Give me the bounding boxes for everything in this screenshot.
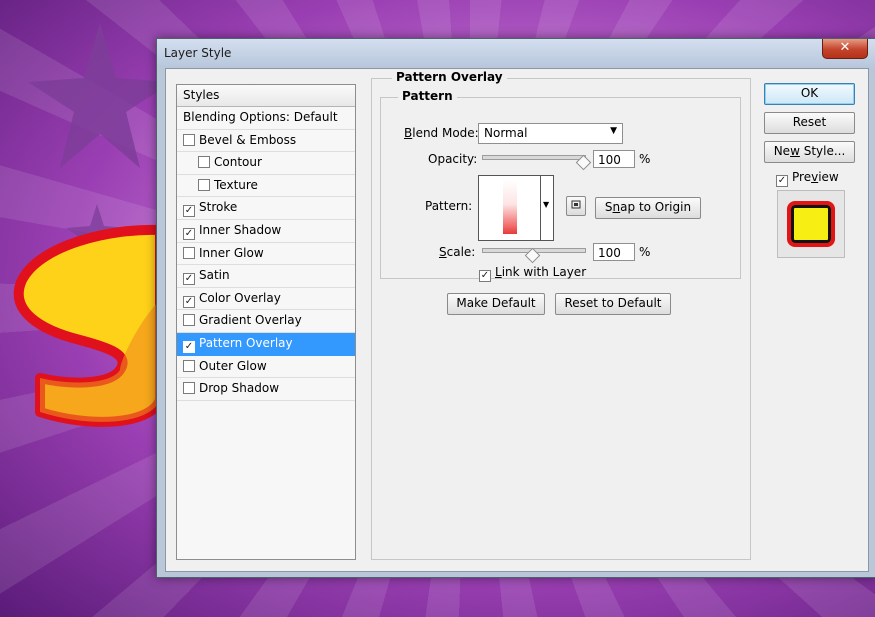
- style-item-inner-shadow[interactable]: ✓ Inner Shadow: [177, 220, 355, 243]
- layer-style-dialog: Layer Style ✕ Styles Blending Options: D…: [156, 38, 875, 578]
- style-item-label: Texture: [214, 177, 258, 192]
- style-item-drop-shadow[interactable]: Drop Shadow: [177, 378, 355, 401]
- style-item-label: Bevel & Emboss: [199, 132, 297, 147]
- pattern-dropdown-icon[interactable]: ▼: [543, 200, 549, 209]
- styles-list: Styles Blending Options: Default Bevel & …: [176, 84, 356, 560]
- style-item-contour[interactable]: Contour: [177, 152, 355, 175]
- checkbox-icon[interactable]: [198, 156, 210, 169]
- scale-input[interactable]: 100: [593, 243, 635, 261]
- dialog-title: Layer Style: [164, 46, 232, 60]
- opacity-label: Opacity:: [428, 152, 478, 166]
- scale-percent-sign: %: [639, 245, 651, 259]
- opacity-percent-sign: %: [639, 152, 651, 166]
- blend-mode-select[interactable]: Normal ▼: [478, 123, 623, 144]
- dialog-client-area: Styles Blending Options: Default Bevel & …: [165, 68, 869, 572]
- blend-mode-value: Normal: [484, 126, 528, 140]
- reset-to-default-button[interactable]: Reset to Default: [555, 293, 671, 315]
- style-item-outer-glow[interactable]: Outer Glow: [177, 356, 355, 379]
- style-item-inner-glow[interactable]: Inner Glow: [177, 243, 355, 266]
- style-item-label: Gradient Overlay: [199, 313, 302, 328]
- style-item-bevel-emboss[interactable]: Bevel & Emboss: [177, 130, 355, 153]
- new-style-button[interactable]: New Style...: [764, 141, 855, 163]
- link-with-layer-checkbox[interactable]: ✓ Link with Layer: [479, 265, 586, 282]
- pattern-group-title: Pattern: [398, 89, 457, 103]
- pattern-picker-divider: [540, 176, 541, 240]
- checkbox-icon[interactable]: [183, 382, 195, 395]
- opacity-input[interactable]: 100: [593, 150, 635, 168]
- style-item-gradient-overlay[interactable]: Gradient Overlay: [177, 310, 355, 333]
- style-item-label: Drop Shadow: [199, 381, 280, 396]
- checkbox-icon[interactable]: [183, 359, 195, 372]
- styles-items: Blending Options: Default Bevel & Emboss C…: [177, 107, 355, 401]
- reset-button[interactable]: Reset: [764, 112, 855, 134]
- star-shape-large: [28, 22, 172, 168]
- ok-button[interactable]: OK: [764, 83, 855, 105]
- make-default-button[interactable]: Make Default: [447, 293, 545, 315]
- preview-swatch: [787, 201, 835, 247]
- checkbox-icon[interactable]: ✓: [183, 205, 195, 218]
- titlebar[interactable]: Layer Style ✕: [157, 39, 875, 67]
- style-preview: [777, 190, 845, 258]
- pattern-picker[interactable]: ▼: [478, 175, 554, 241]
- checkbox-icon[interactable]: [198, 178, 210, 191]
- chevron-down-icon: ▼: [610, 126, 617, 136]
- style-item-label: Outer Glow: [199, 358, 267, 373]
- new-preset-icon: [571, 200, 581, 209]
- checkbox-icon: ✓: [479, 270, 491, 282]
- checkbox-icon[interactable]: ✓: [183, 340, 195, 353]
- style-item-satin[interactable]: ✓ Satin: [177, 265, 355, 288]
- preview-checkbox[interactable]: ✓ Preview: [776, 170, 839, 187]
- style-item-label: Satin: [199, 268, 230, 283]
- close-icon: ✕: [839, 40, 851, 55]
- new-preset-button[interactable]: [566, 196, 586, 216]
- style-item-label: Stroke: [199, 200, 238, 215]
- style-item-label: Inner Glow: [199, 245, 264, 260]
- style-item-pattern-overlay[interactable]: ✓ Pattern Overlay: [177, 332, 355, 356]
- snap-to-origin-button[interactable]: Snap to Origin: [595, 197, 701, 219]
- checkbox-icon[interactable]: [183, 133, 195, 146]
- style-item-label: Contour: [214, 155, 262, 170]
- style-item-texture[interactable]: Texture: [177, 175, 355, 198]
- scale-label: Scale:: [439, 245, 476, 259]
- blend-mode-label: Blend Mode:: [404, 126, 479, 140]
- style-item-color-overlay[interactable]: ✓ Color Overlay: [177, 288, 355, 311]
- checkbox-icon[interactable]: [183, 314, 195, 327]
- style-item-label: Color Overlay: [199, 290, 281, 305]
- checkbox-icon: ✓: [776, 175, 788, 187]
- style-item-blending-options-default[interactable]: Blending Options: Default: [177, 107, 355, 130]
- styles-header[interactable]: Styles: [177, 85, 355, 107]
- pattern-thumbnail: [503, 180, 517, 234]
- checkbox-icon[interactable]: ✓: [183, 295, 195, 308]
- pattern-overlay-title: Pattern Overlay: [392, 70, 507, 84]
- pattern-label: Pattern:: [425, 199, 473, 213]
- close-button[interactable]: ✕: [822, 39, 868, 59]
- style-item-label: Pattern Overlay: [199, 335, 293, 350]
- checkbox-icon[interactable]: ✓: [183, 227, 195, 240]
- style-item-label: Inner Shadow: [199, 222, 282, 237]
- opacity-slider-track[interactable]: [482, 155, 586, 160]
- style-item-stroke[interactable]: ✓ Stroke: [177, 197, 355, 220]
- style-item-label: Blending Options: Default: [183, 110, 338, 124]
- checkbox-icon[interactable]: ✓: [183, 273, 195, 286]
- checkbox-icon[interactable]: [183, 246, 195, 259]
